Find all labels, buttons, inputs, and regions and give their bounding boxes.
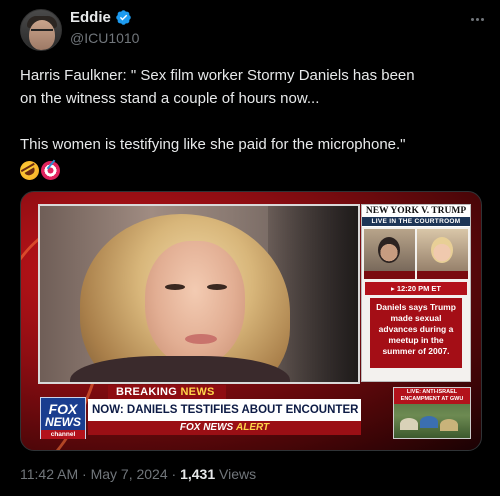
alert-highlight: ALERT (235, 422, 270, 433)
author-name-row[interactable]: Eddie (70, 9, 132, 26)
tweet-text: Harris Faulkner: " Sex film worker Storm… (20, 64, 482, 156)
video-frame (38, 204, 360, 384)
side-panel-header: NEW YORK V. TRUMP LIVE IN THE COURTROOM (362, 205, 470, 227)
side-note: Daniels says Trump made sexual advances … (370, 298, 462, 368)
time-tag: ▸ 12:20 PM ET (365, 282, 467, 295)
side-panel-title: NEW YORK V. TRUMP (365, 206, 467, 216)
author-handle[interactable]: @ICU1010 (70, 30, 139, 46)
more-options-icon[interactable] (466, 10, 488, 28)
breaking-news-bar: BREAKING NEWS (108, 385, 226, 399)
verified-badge-icon[interactable] (115, 9, 132, 26)
news-chyron: BREAKING NEWS FOX NEWS channel NOW: DANI… (38, 385, 361, 439)
thumbnail-left (364, 229, 415, 279)
live-inset: LIVE: ANTI-ISRAEL ENCAMPMENT AT GWU (393, 387, 471, 439)
fox-news-logo: FOX NEWS channel (40, 397, 86, 439)
portrait-face (145, 241, 245, 366)
side-panel-thumbnails (362, 227, 470, 281)
side-panel: NEW YORK V. TRUMP LIVE IN THE COURTROOM … (361, 204, 471, 382)
tweet-text-line: Harris Faulkner: " Sex film worker Storm… (20, 67, 415, 84)
direct-hit-emoji-icon (41, 161, 60, 180)
views-label: Views (215, 466, 257, 482)
tweet-date[interactable]: May 7, 2024 (91, 466, 168, 482)
tweet-text-line: This women is testifying like she paid f… (20, 136, 406, 153)
tweet-emojis (16, 157, 60, 184)
tweet: Eddie @ICU1010 Harris Faulkner: " Sex fi… (0, 0, 500, 496)
tweet-text-line: on the witness stand a couple of hours n… (20, 90, 320, 107)
side-panel-subtitle: LIVE IN THE COURTROOM (362, 217, 470, 226)
media-image[interactable]: NEW YORK V. TRUMP LIVE IN THE COURTROOM … (20, 191, 482, 451)
breaking-news-highlight: NEWS (180, 386, 215, 398)
tweet-meta: 11:42 AM · May 7, 2024 · 1,431 Views (20, 466, 257, 482)
views-count: 1,431 (180, 466, 216, 482)
avatar[interactable] (20, 9, 62, 51)
rofl-emoji-icon (16, 157, 43, 184)
fox-news-alert-bar: FOX NEWS ALERT (88, 421, 361, 435)
avatar-glasses (31, 29, 53, 34)
tweet-time[interactable]: 11:42 AM (20, 466, 78, 482)
live-caption: LIVE: ANTI-ISRAEL ENCAMPMENT AT GWU (394, 388, 470, 404)
chyron-headline: NOW: DANIELS TESTIFIES ABOUT ENCOUNTER W… (88, 399, 361, 421)
author-display-name[interactable]: Eddie (70, 9, 111, 26)
avatar-face (29, 20, 55, 50)
thumbnail-right (417, 229, 468, 279)
